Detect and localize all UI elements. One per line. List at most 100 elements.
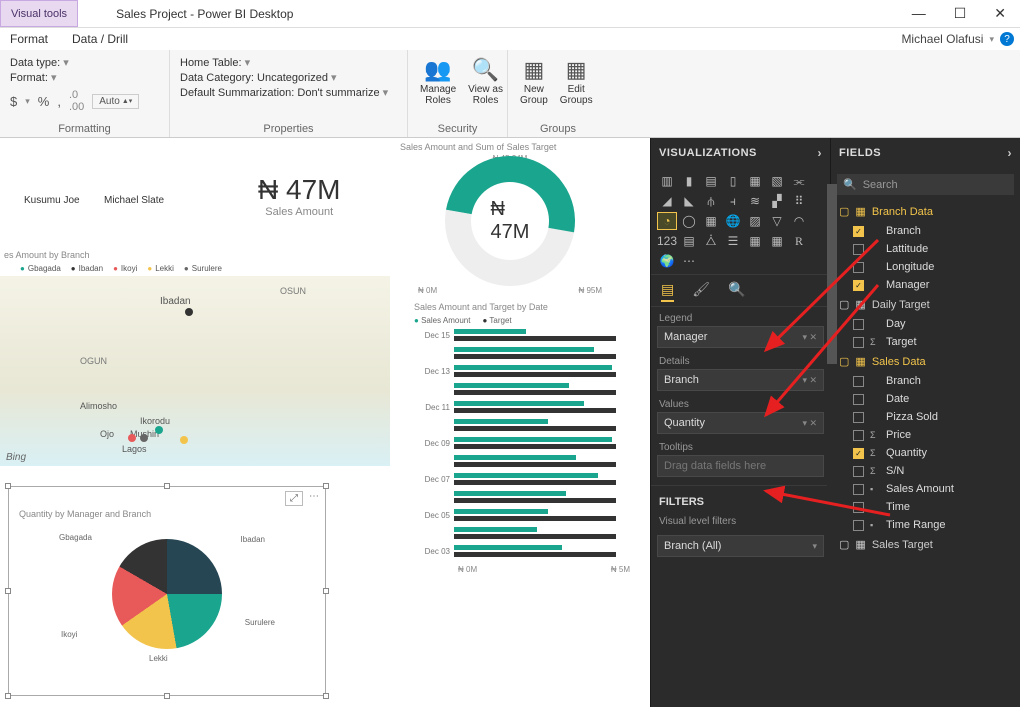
fields-header[interactable]: FIELDS xyxy=(839,147,881,159)
minimize-button[interactable]: — xyxy=(912,5,926,22)
viz-clustered-column-icon[interactable]: ▯ xyxy=(723,172,743,190)
format-mode-icon[interactable]: 🖌 xyxy=(692,281,710,302)
home-table-dropdown[interactable]: Home Table: ▾ xyxy=(180,56,397,69)
field-time[interactable]: Time xyxy=(831,498,1020,516)
viz-treemap-icon[interactable]: ▦ xyxy=(701,212,721,230)
field-longitude[interactable]: Longitude xyxy=(831,258,1020,276)
default-summarization-dropdown[interactable]: Default Summarization: Don't summarize ▾ xyxy=(180,86,397,99)
currency-button[interactable]: $ xyxy=(10,94,17,109)
viz-arcgis-icon[interactable]: 🌍 xyxy=(657,252,677,270)
viz-100-stacked-bar-icon[interactable]: ▦ xyxy=(745,172,765,190)
chevron-right-icon[interactable]: › xyxy=(1008,146,1013,160)
field-manager[interactable]: ✓Manager xyxy=(831,276,1020,294)
viz-scatter-icon[interactable]: ⠿ xyxy=(789,192,809,210)
user-chevron-icon[interactable]: ▾ xyxy=(989,34,994,45)
viz-ribbon-icon[interactable]: ≋ xyxy=(745,192,765,210)
viz-stacked-bar-icon[interactable]: ▥ xyxy=(657,172,677,190)
format-dropdown[interactable]: Format: ▾ xyxy=(10,71,159,84)
percent-button[interactable]: % xyxy=(38,94,50,109)
viz-stacked-area-icon[interactable]: ◣ xyxy=(679,192,699,210)
help-icon[interactable]: ? xyxy=(1000,32,1014,46)
table-sales-target[interactable]: ▢▦Sales Target xyxy=(831,534,1020,555)
viz-pie-icon[interactable]: ◔ xyxy=(657,212,677,230)
field-sales-amount[interactable]: ▪Sales Amount xyxy=(831,480,1020,498)
data-type-dropdown[interactable]: Data type: ▾ xyxy=(10,56,159,69)
viz-r-script-icon[interactable]: R xyxy=(789,232,809,250)
tab-data-drill[interactable]: Data / Drill xyxy=(72,32,128,46)
comma-button[interactable]: , xyxy=(57,94,61,109)
filter-item[interactable]: Branch (All)▾ xyxy=(657,535,824,557)
map-area[interactable]: Ibadan OGUN OSUN Alimosho Ikorodu Mushin… xyxy=(0,276,390,466)
slicer-item[interactable]: Michael Slate xyxy=(104,190,164,208)
field-branch[interactable]: ✓Branch xyxy=(831,222,1020,240)
view-as-roles-icon: 🔍 xyxy=(472,58,499,82)
fields-search[interactable]: 🔍Search xyxy=(837,174,1014,195)
tab-format[interactable]: Format xyxy=(10,32,48,46)
visualization-gallery[interactable]: ▥ ▮ ▤ ▯ ▦ ▧ ⫘ ◢ ◣ ⫛ ⫞ ≋ ▞ ⠿ ◔ ◯ ▦ 🌐 ▨ ▽ … xyxy=(651,168,830,274)
field-quantity[interactable]: ✓ΣQuantity xyxy=(831,444,1020,462)
edit-groups-button[interactable]: ▦Edit Groups xyxy=(558,56,595,108)
viz-kpi-icon[interactable]: ⧊ xyxy=(701,232,721,250)
pie-chart-visual[interactable]: ⤢⋯ Quantity by Manager and Branch Gbagad… xyxy=(8,486,326,696)
table-branch-data[interactable]: ▢▦Branch Data xyxy=(831,201,1020,222)
fields-mode-icon[interactable]: ▤ xyxy=(661,281,674,302)
viz-clustered-bar-icon[interactable]: ▤ xyxy=(701,172,721,190)
viz-gauge-icon[interactable]: ◠ xyxy=(789,212,809,230)
decimals-auto[interactable]: Auto ▲▾ xyxy=(92,94,139,109)
bar-chart-visual[interactable]: Sales Amount and Target by Date ● Sales … xyxy=(414,302,634,574)
new-group-button[interactable]: ▦New Group xyxy=(518,56,550,108)
table-daily-target[interactable]: ▢▦Daily Target xyxy=(831,294,1020,315)
viz-slicer-icon[interactable]: ☰ xyxy=(723,232,743,250)
focus-mode-icon[interactable]: ⤢ xyxy=(285,491,303,506)
viz-matrix-icon[interactable]: ▦ xyxy=(767,232,787,250)
viz-table-icon[interactable]: ▦ xyxy=(745,232,765,250)
details-well[interactable]: Branch▾ ✕ xyxy=(657,369,824,391)
data-category-dropdown[interactable]: Data Category: Uncategorized ▾ xyxy=(180,71,397,84)
field-date[interactable]: Date xyxy=(831,390,1020,408)
user-name[interactable]: Michael Olafusi xyxy=(901,32,983,46)
field-price[interactable]: ΣPrice xyxy=(831,426,1020,444)
field-sn[interactable]: ΣS/N xyxy=(831,462,1020,480)
fields-scrollbar[interactable] xyxy=(827,184,837,707)
field-target[interactable]: ΣTarget xyxy=(831,333,1020,351)
filters-header[interactable]: FILTERS xyxy=(651,485,830,512)
viz-100-stacked-column-icon[interactable]: ▧ xyxy=(767,172,787,190)
kpi-card[interactable]: ₦ 47M Sales Amount xyxy=(258,174,340,218)
close-button[interactable]: ✕ xyxy=(994,5,1006,22)
tooltips-well[interactable]: Drag data fields here xyxy=(657,455,824,477)
slicer-item[interactable]: Kusumu Joe xyxy=(24,190,80,208)
viz-filled-map-icon[interactable]: ▨ xyxy=(745,212,765,230)
viz-stacked-column-icon[interactable]: ▮ xyxy=(679,172,699,190)
field-time-range[interactable]: ▪Time Range xyxy=(831,516,1020,534)
view-as-roles-button[interactable]: 🔍View as Roles xyxy=(466,56,505,108)
visualizations-header[interactable]: VISUALIZATIONS xyxy=(659,147,757,159)
viz-import-custom-icon[interactable]: ⋯ xyxy=(679,252,699,270)
viz-waterfall-icon[interactable]: ▞ xyxy=(767,192,787,210)
viz-line-icon[interactable]: ⫘ xyxy=(789,172,809,190)
more-options-icon[interactable]: ⋯ xyxy=(309,491,319,506)
gauge-visual[interactable]: Sales Amount and Sum of Sales Target ₦ 4… xyxy=(400,142,620,295)
viz-funnel-icon[interactable]: ▽ xyxy=(767,212,787,230)
manage-roles-button[interactable]: 👥Manage Roles xyxy=(418,56,458,108)
field-pizza-sold[interactable]: Pizza Sold xyxy=(831,408,1020,426)
field-day[interactable]: Day xyxy=(831,315,1020,333)
chevron-right-icon[interactable]: › xyxy=(818,146,823,160)
field-lattitude[interactable]: Lattitude xyxy=(831,240,1020,258)
search-icon: 🔍 xyxy=(843,178,857,191)
viz-map-icon[interactable]: 🌐 xyxy=(723,212,743,230)
values-well[interactable]: Quantity▾ ✕ xyxy=(657,412,824,434)
viz-card-icon[interactable]: 123 xyxy=(657,232,677,250)
viz-line-clustered-column-icon[interactable]: ⫞ xyxy=(723,192,743,210)
maximize-button[interactable]: ☐ xyxy=(954,5,967,22)
table-sales-data[interactable]: ▢▦Sales Data xyxy=(831,351,1020,372)
field-sales-branch[interactable]: Branch xyxy=(831,372,1020,390)
map-visual[interactable]: es Amount by Branch GbagadaIbadanIkoyiLe… xyxy=(0,250,390,466)
legend-well[interactable]: Manager▾ ✕ xyxy=(657,326,824,348)
viz-donut-icon[interactable]: ◯ xyxy=(679,212,699,230)
viz-multi-row-card-icon[interactable]: ▤ xyxy=(679,232,699,250)
analytics-mode-icon[interactable]: 🔍 xyxy=(728,281,745,302)
viz-area-icon[interactable]: ◢ xyxy=(657,192,677,210)
report-canvas[interactable]: Kusumu Joe Michael Slate ₦ 47M Sales Amo… xyxy=(0,138,650,707)
viz-line-stacked-column-icon[interactable]: ⫛ xyxy=(701,192,721,210)
visual-tools-tab[interactable]: Visual tools xyxy=(0,0,78,27)
